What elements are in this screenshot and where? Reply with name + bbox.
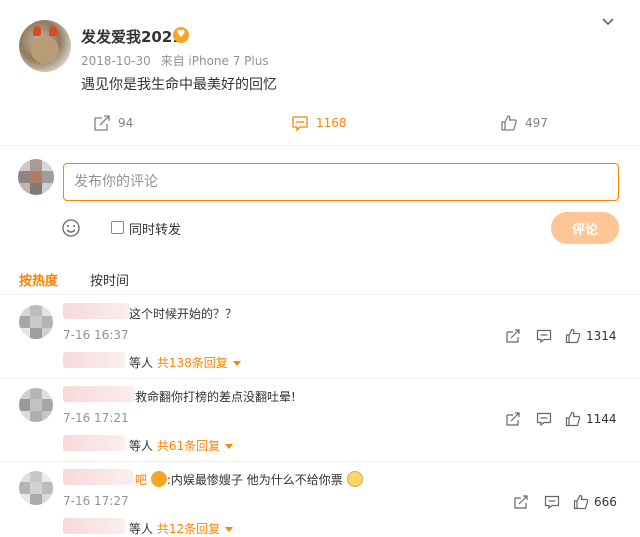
repost-icon (94, 115, 110, 131)
comment-text: 这个时候开始的？？ (129, 307, 238, 321)
post-author-name[interactable]: 发发爱我2021 (81, 26, 183, 47)
comment-icon (292, 116, 308, 132)
like-count: 497 (525, 116, 548, 130)
thumbs-up-icon[interactable] (565, 411, 581, 427)
chevron-down-icon[interactable] (600, 14, 616, 30)
divider (0, 378, 640, 379)
comment-input[interactable] (63, 163, 619, 201)
replier-names (63, 435, 125, 451)
commenter-name[interactable] (63, 303, 129, 319)
reply-count: 共61条回复 (156, 439, 221, 453)
caret-down-icon (232, 361, 241, 366)
mention-suffix[interactable]: 吧 (135, 473, 147, 487)
comment-time: 7-16 16:37 (63, 328, 129, 342)
tab-sort-hot[interactable]: 按热度 (19, 270, 58, 289)
comment-like-count: 1144 (586, 412, 617, 426)
post-source: 来自 iPhone 7 Plus (160, 54, 269, 68)
comment-like-count: 666 (594, 495, 617, 509)
comment-actions: 1314 (505, 328, 617, 344)
comment-actions: 1144 (505, 411, 617, 427)
post-meta: 2018-10-30 来自 iPhone 7 Plus (81, 52, 269, 69)
post-date: 2018-10-30 (81, 54, 151, 68)
comment-text: 救命翻你打榜的差点没翻吐晕! (135, 390, 296, 404)
thumbs-up-icon[interactable] (565, 328, 581, 344)
caret-down-icon (225, 527, 234, 532)
replier-names (63, 518, 125, 534)
thumbs-up-icon (501, 115, 517, 131)
vip-emoji-icon (150, 471, 167, 487)
caret-down-icon (225, 444, 234, 449)
vip-badge-icon: ♥ (173, 27, 189, 43)
comment-like-count: 1314 (586, 329, 617, 343)
comment-count: 1168 (316, 116, 347, 130)
forward-label[interactable]: 同时转发 (129, 219, 181, 238)
divider (0, 294, 640, 295)
post-author-avatar[interactable] (19, 20, 71, 72)
divider (0, 145, 640, 146)
commenter-name[interactable] (63, 469, 133, 485)
comment-icon[interactable] (544, 494, 560, 510)
commenter-avatar[interactable] (19, 305, 53, 339)
commenter-name[interactable] (63, 386, 135, 402)
comment-text-line: 吧 :内娱最惨嫂子 他为什么不给你票 (135, 471, 363, 488)
emoji-icon[interactable] (61, 218, 81, 238)
view-replies-link[interactable]: 等人 共138条回复 (129, 354, 241, 371)
comment-time: 7-16 17:21 (63, 411, 129, 425)
comment-button[interactable]: 1168 (291, 114, 347, 132)
repost-icon[interactable] (513, 494, 529, 510)
post-text: 遇见你是我生命中最美好的回忆 (81, 77, 277, 93)
divider (0, 461, 640, 462)
reply-count: 共138条回复 (156, 356, 228, 370)
comment-actions: 666 (513, 494, 617, 510)
commenter-avatar[interactable] (19, 471, 53, 505)
repost-button[interactable]: 94 (93, 114, 133, 132)
thumbs-up-icon[interactable] (573, 494, 589, 510)
forward-checkbox[interactable] (111, 221, 124, 234)
comment-time: 7-16 17:27 (63, 494, 129, 508)
view-replies-link[interactable]: 等人 共61条回复 (129, 437, 234, 454)
repost-icon[interactable] (505, 411, 521, 427)
comment-text: :内娱最惨嫂子 他为什么不给你票 (166, 473, 343, 487)
tab-sort-time[interactable]: 按时间 (90, 270, 129, 289)
comment-icon[interactable] (536, 411, 552, 427)
sad-face-emoji-icon (346, 471, 363, 487)
commenter-avatar[interactable] (19, 388, 53, 422)
repost-icon[interactable] (505, 328, 521, 344)
like-button[interactable]: 497 (500, 114, 548, 132)
replier-names (63, 352, 125, 368)
repost-count: 94 (118, 116, 134, 130)
view-replies-link[interactable]: 等人 共12条回复 (129, 520, 234, 537)
current-user-avatar[interactable] (18, 159, 54, 195)
reply-count: 共12条回复 (156, 522, 221, 536)
submit-comment-button[interactable]: 评论 (551, 212, 619, 244)
comment-icon[interactable] (536, 328, 552, 344)
